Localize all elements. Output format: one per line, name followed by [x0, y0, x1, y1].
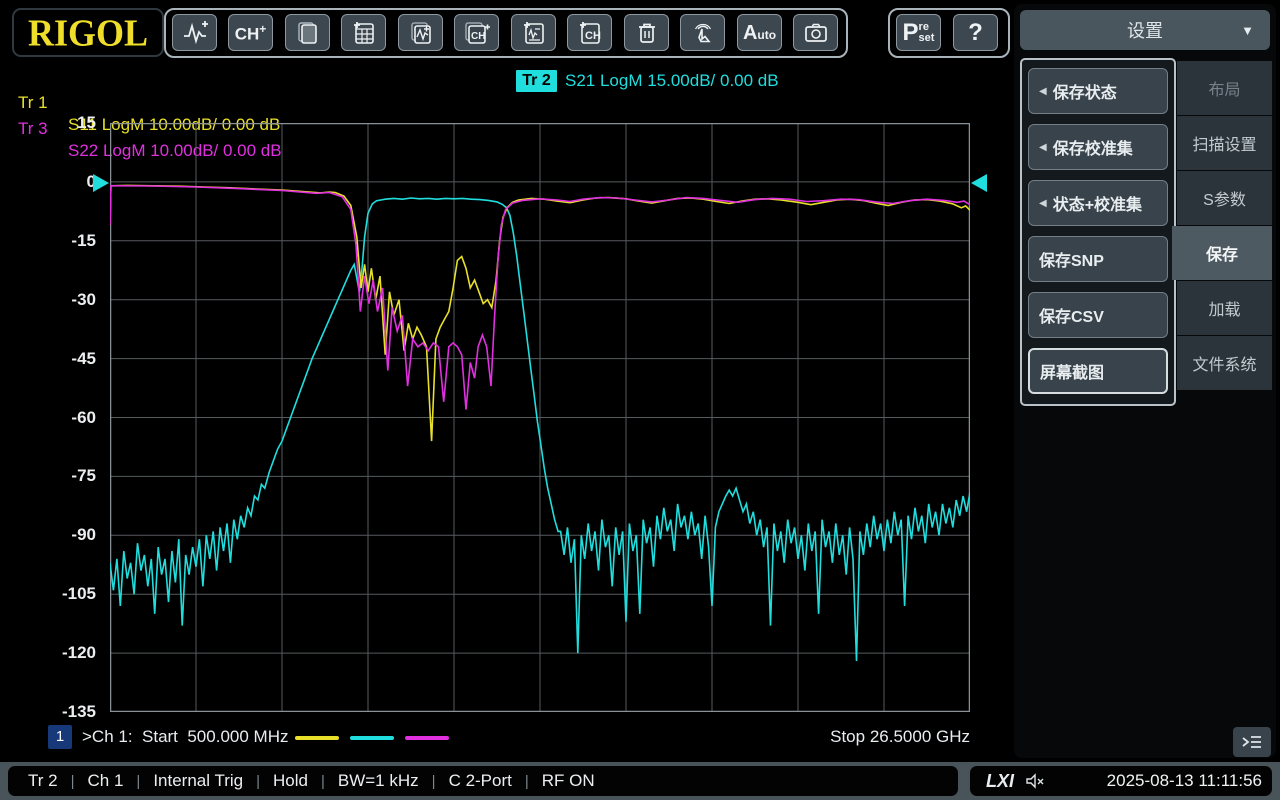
sidebar-panel: 设置 ▼ ◀ 保存状态 ◀ 保存校准集 ◀ 状态+校准集 保存SNP 保存CSV — [1014, 4, 1276, 758]
pages-icon — [295, 20, 321, 46]
trace1-id: Tr 1 — [18, 92, 48, 114]
status-cal: C 2-Port — [449, 771, 512, 791]
touch-icon — [690, 20, 716, 46]
new-report-button[interactable] — [341, 14, 386, 51]
touch-button[interactable] — [680, 14, 725, 51]
ch-plus-icon: CH+ — [235, 23, 267, 43]
clipboard-wave-icon — [521, 20, 547, 46]
legend-dash-tr3 — [405, 736, 449, 740]
svg-text:CH: CH — [471, 31, 485, 42]
chevron-down-icon: ▼ — [1241, 23, 1254, 38]
submenu-panel: ◀ 保存状态 ◀ 保存校准集 ◀ 状态+校准集 保存SNP 保存CSV 屏幕截图 — [1020, 58, 1176, 406]
preset-button[interactable]: P reset — [896, 14, 941, 51]
y-tick-label: -75 — [8, 466, 96, 486]
y-tick-label: -105 — [8, 584, 96, 604]
status-bandwidth: BW=1 kHz — [338, 771, 419, 791]
vna-screen: RIGOL CH+ — [0, 0, 1280, 800]
status-bar: Tr 2 | Ch 1 | Internal Trig | Hold | BW=… — [0, 762, 1280, 800]
menu-item-s-params[interactable]: S参数 — [1177, 171, 1272, 225]
submenu-left-arrow-icon: ◀ — [1039, 86, 1047, 97]
rigol-logo: RIGOL — [12, 8, 164, 57]
channel-badge[interactable]: 1 — [48, 725, 72, 749]
table-plus-icon — [351, 20, 377, 46]
y-tick-label: -135 — [8, 702, 96, 722]
menu-item-load[interactable]: 加载 — [1177, 281, 1272, 335]
menu-item-save[interactable]: 保存 — [1172, 226, 1272, 280]
legend-dash-tr1 — [295, 736, 339, 740]
menu-item-layout[interactable]: 布局 — [1177, 61, 1272, 115]
submenu-item-save-csv[interactable]: 保存CSV — [1028, 292, 1168, 338]
status-trigger: Internal Trig — [153, 771, 243, 791]
menu-collapse-icon — [1240, 733, 1264, 751]
rigol-logo-text: RIGOL — [28, 10, 148, 54]
y-tick-label: -60 — [8, 408, 96, 428]
y-tick-label: -45 — [8, 349, 96, 369]
plot-area — [110, 123, 970, 712]
y-tick-label: 0 — [8, 172, 96, 192]
window-ch-plus-icon: CH — [462, 20, 492, 46]
submenu-left-arrow-icon: ◀ — [1039, 142, 1047, 153]
delete-button[interactable] — [624, 14, 669, 51]
status-left-box: Tr 2 | Ch 1 | Internal Trig | Hold | BW=… — [8, 766, 958, 796]
add-channel-button[interactable]: CH+ — [228, 14, 273, 51]
status-hold: Hold — [273, 771, 308, 791]
template-channel-button[interactable]: CH — [567, 14, 612, 51]
lxi-logo: LXI — [986, 771, 1014, 792]
y-tick-label: 15 — [8, 113, 96, 133]
legend-dash-tr2 — [350, 736, 394, 740]
trash-icon — [634, 20, 660, 46]
submenu-item-save-state[interactable]: ◀ 保存状态 — [1028, 68, 1168, 114]
help-button[interactable]: ? — [953, 14, 998, 51]
datetime: 2025-08-13 11:11:56 — [1107, 771, 1262, 791]
trace-info-row-1: Tr 1 S11 LogM 10.00dB/ 0.00 dB — [0, 70, 19, 92]
menu-item-file-system[interactable]: 文件系统 — [1177, 336, 1272, 390]
trace2-active-badge[interactable]: Tr 2 — [516, 70, 557, 92]
submenu-item-state-cal[interactable]: ◀ 状态+校准集 — [1028, 180, 1168, 226]
menu-item-sweep-setup[interactable]: 扫描设置 — [1177, 116, 1272, 170]
template-trace-button[interactable] — [511, 14, 556, 51]
status-active-channel: Ch 1 — [88, 771, 124, 791]
clipboard-ch-icon: CH — [577, 20, 603, 46]
auto-scale-button[interactable]: Auto — [737, 14, 782, 51]
y-tick-label: -120 — [8, 643, 96, 663]
submenu-item-screenshot[interactable]: 屏幕截图 — [1028, 348, 1168, 394]
ref-level-marker-left[interactable] — [93, 174, 109, 192]
auto-icon: Auto — [743, 23, 776, 43]
status-right-box: LXI 2025-08-13 11:11:56 — [970, 766, 1272, 796]
preset-icon: P reset — [903, 19, 935, 47]
svg-text:CH: CH — [585, 30, 601, 42]
toolbar-preset-group: P reset ? — [888, 8, 1010, 58]
camera-icon — [802, 20, 830, 46]
y-tick-label: -90 — [8, 525, 96, 545]
y-tick-label: -15 — [8, 231, 96, 251]
trace2-detail: S21 LogM 15.00dB/ 0.00 dB — [565, 70, 779, 92]
channel-start-label: >Ch 1: Start 500.000 MHz — [82, 725, 288, 749]
y-tick-label: -30 — [8, 290, 96, 310]
status-active-trace: Tr 2 — [28, 771, 58, 791]
mute-icon[interactable] — [1024, 772, 1046, 790]
submenu-left-arrow-icon: ◀ — [1039, 198, 1047, 209]
submenu-item-save-snp[interactable]: 保存SNP — [1028, 236, 1168, 282]
menu-collapse-button[interactable] — [1233, 727, 1271, 757]
status-rf: RF ON — [542, 771, 595, 791]
sidebar-header-dropdown[interactable]: 设置 ▼ — [1020, 10, 1270, 50]
channel-stop-label: Stop 26.5000 GHz — [770, 725, 970, 749]
sidebar-title: 设置 — [1127, 17, 1163, 43]
window-wave-icon — [408, 20, 434, 46]
screenshot-button[interactable] — [793, 14, 838, 51]
help-icon: ? — [968, 19, 983, 47]
toolbar-main-group: CH+ — [164, 8, 848, 58]
ref-level-marker-right[interactable] — [971, 174, 987, 192]
submenu-item-save-cal[interactable]: ◀ 保存校准集 — [1028, 124, 1168, 170]
add-trace-button[interactable] — [172, 14, 217, 51]
new-window-trace-button[interactable] — [398, 14, 443, 51]
copy-button[interactable] — [285, 14, 330, 51]
new-window-channel-button[interactable]: CH — [454, 14, 499, 51]
wave-plus-icon — [181, 20, 209, 46]
